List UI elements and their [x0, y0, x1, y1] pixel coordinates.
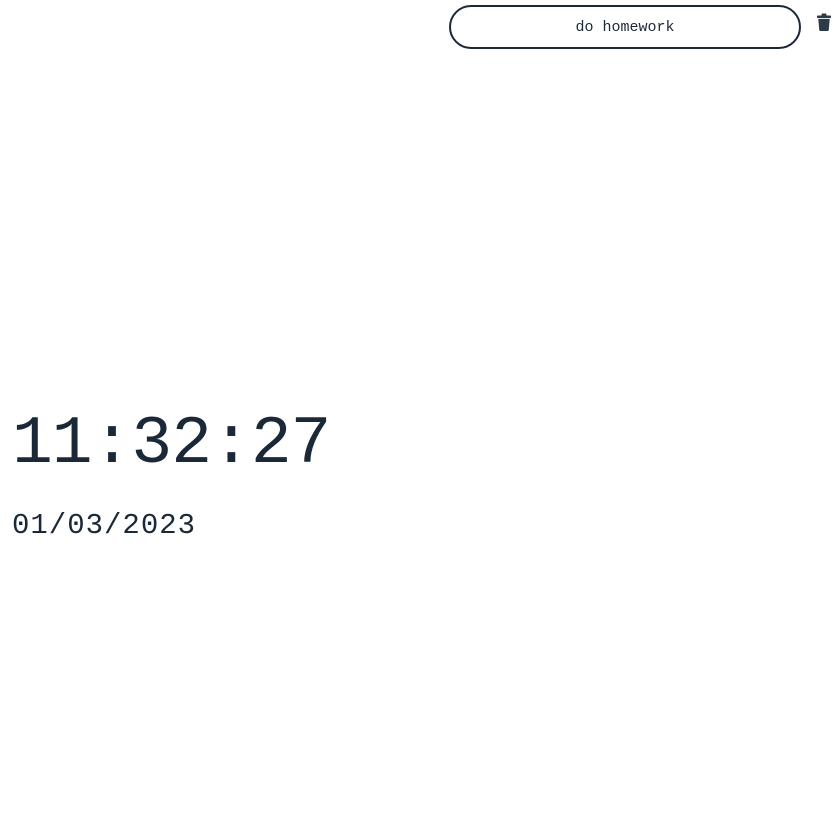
clock: 11:32:27 01/03/2023 — [12, 405, 331, 543]
clock-date: 01/03/2023 — [12, 509, 197, 542]
trash-icon[interactable] — [817, 13, 831, 31]
todo-item-label[interactable]: do homework — [449, 5, 801, 49]
todo-item: do homework — [449, 5, 838, 49]
clock-time: 11:32:27 — [12, 406, 331, 483]
